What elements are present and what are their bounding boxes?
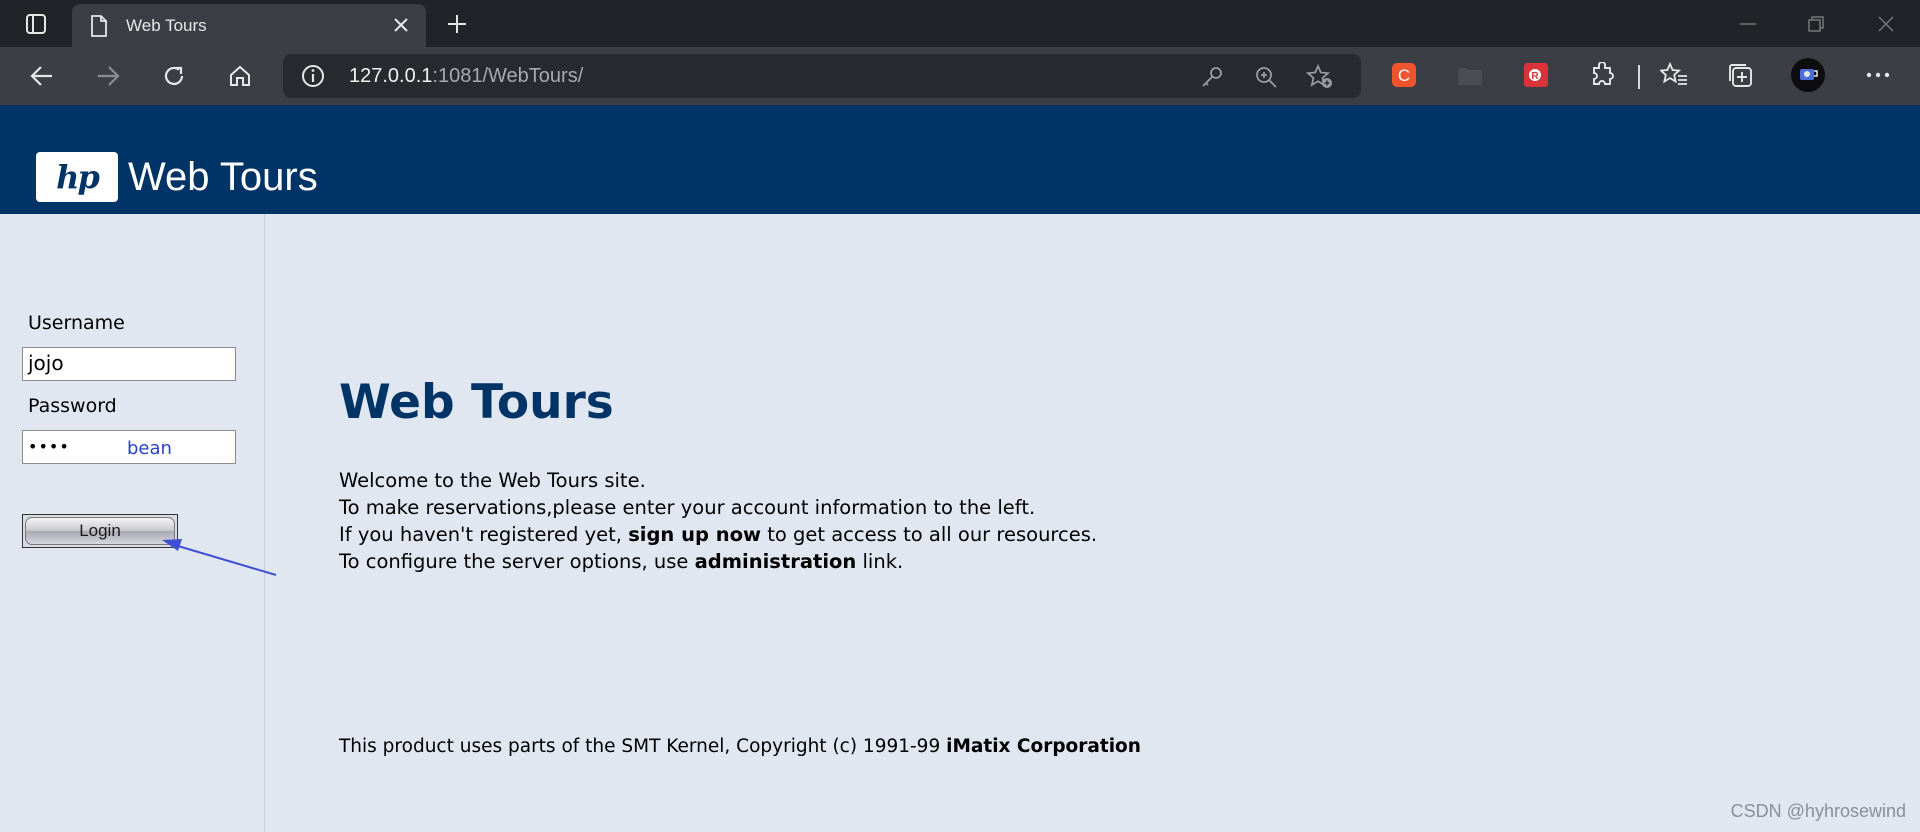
minimize-icon[interactable]	[1714, 0, 1782, 47]
profile-avatar[interactable]	[1790, 57, 1826, 93]
welcome-text: Welcome to the Web Tours site. To make r…	[339, 467, 1097, 575]
copyright-footer: This product uses parts of the SMT Kerne…	[339, 736, 1141, 757]
admin-line-suffix: link.	[856, 550, 904, 573]
hp-logo-text: hp	[56, 158, 100, 196]
browser-tab-bar: Web Tours	[0, 0, 1920, 47]
footer-text: This product uses parts of the SMT Kerne…	[339, 736, 947, 757]
home-icon[interactable]	[220, 56, 260, 96]
admin-line-prefix: To configure the server options, use	[339, 550, 695, 573]
extension-c-icon[interactable]: C	[1390, 61, 1418, 89]
administration-link[interactable]: administration	[695, 550, 857, 573]
page-icon	[90, 15, 108, 41]
url-host: 127.0.0.1	[349, 65, 433, 87]
info-icon[interactable]	[301, 64, 325, 92]
browser-tab[interactable]: Web Tours	[72, 4, 426, 47]
favorite-add-icon[interactable]	[1305, 62, 1335, 92]
url-path: :1081/WebTours/	[432, 65, 584, 87]
page-title: Web Tours	[339, 375, 614, 430]
password-label: Password	[28, 395, 117, 417]
back-icon[interactable]	[22, 56, 62, 96]
key-icon[interactable]	[1197, 62, 1227, 92]
sign-up-link[interactable]: sign up now	[628, 523, 761, 546]
brand-title: Web Tours	[128, 155, 318, 199]
tab-actions-icon[interactable]	[14, 9, 58, 39]
browser-toolbar: 127.0.0.1:1081/WebTours/ C R	[0, 47, 1920, 105]
new-tab-icon[interactable]	[440, 8, 474, 40]
address-bar[interactable]: 127.0.0.1:1081/WebTours/	[283, 54, 1361, 98]
toolbar-separator	[1638, 65, 1640, 89]
watermark: CSDN @hyhrosewind	[1730, 801, 1906, 821]
extension-folder-icon[interactable]	[1456, 61, 1484, 89]
svg-text:R: R	[1531, 71, 1539, 82]
favorites-icon[interactable]	[1660, 61, 1688, 89]
username-input[interactable]: jojo	[22, 347, 236, 381]
refresh-icon[interactable]	[154, 56, 194, 96]
reservation-line: To make reservations,please enter your a…	[339, 496, 1036, 519]
extension-r-icon[interactable]: R	[1522, 61, 1550, 89]
zoom-icon[interactable]	[1251, 62, 1281, 92]
login-button[interactable]: Login	[25, 517, 175, 545]
welcome-line: Welcome to the Web Tours site.	[339, 469, 646, 492]
login-button-frame: Login	[22, 514, 178, 548]
more-icon[interactable]	[1864, 61, 1892, 89]
imatix-link[interactable]: iMatix Corporation	[946, 736, 1141, 757]
signup-line: If you haven't registered yet, sign up n…	[339, 521, 1097, 548]
password-annotation: bean	[127, 438, 172, 459]
site-header: hp Web Tours	[0, 105, 1920, 214]
restore-icon[interactable]	[1782, 0, 1850, 47]
close-window-icon[interactable]	[1852, 0, 1920, 47]
hp-logo: hp	[36, 152, 118, 202]
close-tab-icon[interactable]	[388, 12, 414, 38]
signup-line-prefix: If you haven't registered yet,	[339, 523, 629, 546]
url-text: 127.0.0.1:1081/WebTours/	[349, 65, 583, 88]
collections-icon[interactable]	[1726, 61, 1754, 89]
admin-line: To configure the server options, use adm…	[339, 548, 1097, 575]
extensions-icon[interactable]	[1588, 61, 1616, 89]
tab-title: Web Tours	[126, 16, 207, 35]
signup-line-suffix: to get access to all our resources.	[761, 523, 1098, 546]
forward-icon[interactable]	[88, 56, 128, 96]
username-label: Username	[28, 312, 125, 334]
svg-text:C: C	[1398, 66, 1410, 85]
